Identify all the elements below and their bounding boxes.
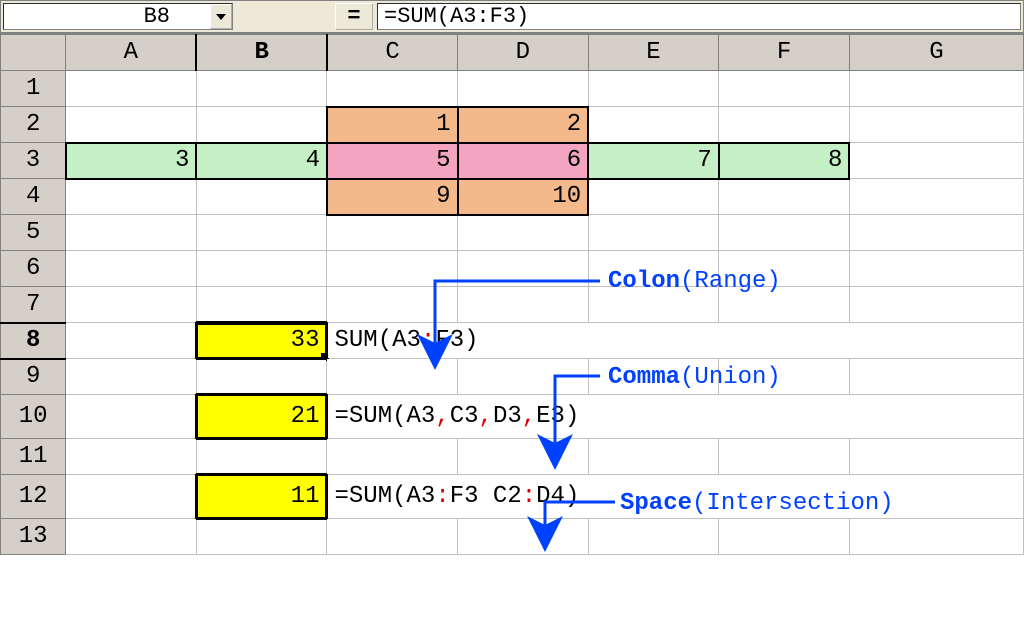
cell-G2[interactable]	[849, 107, 1023, 143]
annotation-colon: Colon(Range)	[608, 268, 781, 295]
formula-bar: B8 = =SUM(A3:F3)	[0, 0, 1024, 34]
row-header-12[interactable]: 12	[1, 475, 66, 519]
name-box[interactable]: B8	[3, 3, 233, 30]
cell-B3[interactable]: 4	[196, 143, 327, 179]
cell-C4[interactable]: 9	[327, 179, 458, 215]
cell-A3[interactable]: 3	[66, 143, 197, 179]
select-all-corner[interactable]	[1, 35, 66, 71]
col-header-B[interactable]: B	[196, 35, 327, 71]
row-header-3[interactable]: 3	[1, 143, 66, 179]
cell-A4[interactable]	[66, 179, 197, 215]
row-header-9[interactable]: 9	[1, 359, 66, 395]
cell-C3[interactable]: 5	[327, 143, 458, 179]
annotation-comma: Comma(Union)	[608, 364, 781, 391]
row-header-1[interactable]: 1	[1, 71, 66, 107]
col-header-F[interactable]: F	[719, 35, 850, 71]
cell-B12[interactable]: 11	[196, 475, 327, 519]
cell-D1[interactable]	[458, 71, 589, 107]
cell-B10[interactable]: 21	[196, 395, 327, 439]
cell-D3[interactable]: 6	[458, 143, 589, 179]
col-header-D[interactable]: D	[458, 35, 589, 71]
cell-B2[interactable]	[196, 107, 327, 143]
col-header-E[interactable]: E	[588, 35, 719, 71]
col-header-A[interactable]: A	[66, 35, 197, 71]
row-header-6[interactable]: 6	[1, 251, 66, 287]
cell-F4[interactable]	[719, 179, 850, 215]
cell-B4[interactable]	[196, 179, 327, 215]
formula-input[interactable]: =SUM(A3:F3)	[377, 3, 1021, 30]
cell-G4[interactable]	[849, 179, 1023, 215]
name-box-value: B8	[4, 4, 210, 29]
cell-C2[interactable]: 1	[327, 107, 458, 143]
cell-A2[interactable]	[66, 107, 197, 143]
cell-C10-formula[interactable]: =SUM(A3,C3,D3,E3)	[327, 395, 1024, 439]
grid-table[interactable]: A B C D E F G 1 2 1 2	[0, 34, 1024, 555]
cell-B8[interactable]: 33	[196, 323, 327, 359]
spreadsheet-grid: A B C D E F G 1 2 1 2	[0, 34, 1024, 555]
row-header-13[interactable]: 13	[1, 519, 66, 555]
cell-D4[interactable]: 10	[458, 179, 589, 215]
cell-G3[interactable]	[849, 143, 1023, 179]
name-box-dropdown[interactable]	[210, 4, 232, 29]
cell-C8-formula[interactable]: SUM(A3:F3)	[327, 323, 1024, 359]
row-header-10[interactable]: 10	[1, 395, 66, 439]
cell-B1[interactable]	[196, 71, 327, 107]
cell-E1[interactable]	[588, 71, 719, 107]
cell-A12[interactable]	[66, 475, 197, 519]
annotation-space: Space(Intersection)	[620, 490, 894, 517]
row-header-7[interactable]: 7	[1, 287, 66, 323]
row-header-5[interactable]: 5	[1, 215, 66, 251]
cell-F2[interactable]	[719, 107, 850, 143]
cell-E2[interactable]	[588, 107, 719, 143]
cell-E3[interactable]: 7	[588, 143, 719, 179]
row-header-4[interactable]: 4	[1, 179, 66, 215]
row-header-2[interactable]: 2	[1, 107, 66, 143]
col-header-G[interactable]: G	[849, 35, 1023, 71]
cell-A1[interactable]	[66, 71, 197, 107]
cell-E4[interactable]	[588, 179, 719, 215]
cell-F3[interactable]: 8	[719, 143, 850, 179]
cell-A8[interactable]	[66, 323, 197, 359]
cell-G1[interactable]	[849, 71, 1023, 107]
row-header-11[interactable]: 11	[1, 439, 66, 475]
cell-C1[interactable]	[327, 71, 458, 107]
cell-F1[interactable]	[719, 71, 850, 107]
col-header-C[interactable]: C	[327, 35, 458, 71]
cell-D2[interactable]: 2	[458, 107, 589, 143]
excel-window: B8 = =SUM(A3:F3) A B C	[0, 0, 1024, 555]
row-header-8[interactable]: 8	[1, 323, 66, 359]
cell-A10[interactable]	[66, 395, 197, 439]
chevron-down-icon	[216, 14, 226, 20]
equals-button[interactable]: =	[335, 3, 373, 30]
